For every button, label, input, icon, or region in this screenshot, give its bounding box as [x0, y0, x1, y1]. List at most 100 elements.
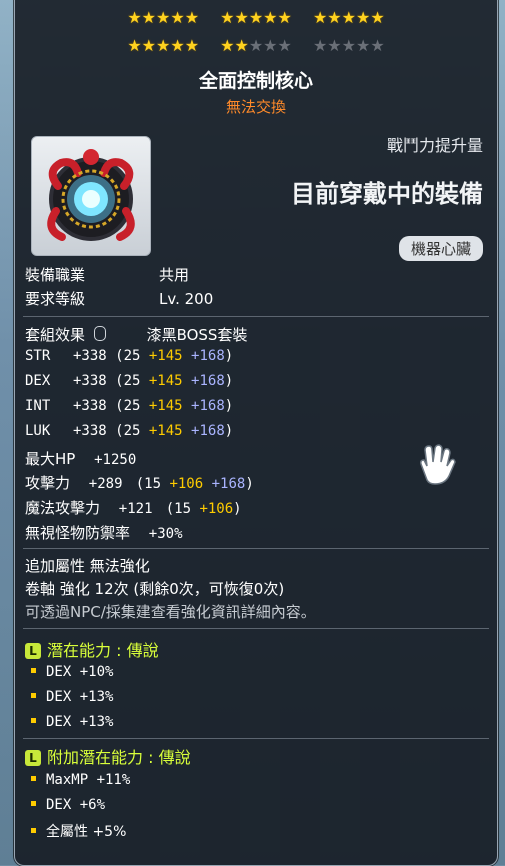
matk-bonus: +106 — [199, 501, 234, 517]
bonus-potential-line: DEX +6% — [31, 797, 105, 813]
stat-row-luk: LUK +338 (25 +145 +168) — [25, 423, 233, 439]
item-tooltip: ★★★★★ ★★★★★ ★★★★★ ★★★★★ ★★★★★ ★★★★★ 全面控制… — [14, 0, 498, 866]
maxhp-label: 最大HP — [25, 450, 76, 468]
scroll-row: 卷軸 強化 12次 (剩餘0次，可恢復0次) — [25, 580, 285, 598]
job-row: 裝備職業 共用 — [25, 264, 189, 285]
hand-cursor-icon — [420, 444, 456, 485]
star-group: ★★★★★ — [313, 36, 385, 55]
bullet-icon — [31, 718, 36, 723]
stat-name: DEX — [25, 373, 51, 389]
ied-row: 無視怪物防禦率 +30% — [25, 522, 183, 543]
potential-title: 潛在能力 : 傳說 — [47, 641, 159, 660]
ied-label: 無視怪物防禦率 — [25, 524, 131, 542]
stat-total: +338 — [73, 398, 107, 414]
atk-row: 攻擊力 +289 (15 +106 +168) — [25, 472, 254, 493]
stat-breakdown: (25 +145 +168) — [106, 373, 234, 389]
atk-total: +289 — [88, 476, 123, 492]
stat-star: +168 — [191, 423, 225, 439]
divider — [23, 316, 489, 317]
matk-label: 魔法攻擊力 — [25, 499, 101, 517]
mechanical-heart-icon — [47, 149, 135, 241]
stat-name: INT — [25, 398, 51, 414]
potential-line: DEX +13% — [31, 714, 113, 730]
bullet-icon — [31, 801, 36, 806]
bullet-icon — [31, 668, 36, 673]
legendary-badge-icon: L — [25, 643, 41, 659]
stat-base: 25 — [123, 348, 141, 364]
star-force-row-1: ★★★★★ ★★★★★ ★★★★★ — [15, 8, 497, 27]
hint-row: 可透過NPC/採集建查看強化資訊詳細內容。 — [25, 603, 316, 621]
stat-row-int: INT +338 (25 +145 +168) — [25, 398, 233, 414]
stat-bonus: +145 — [148, 373, 183, 389]
bullet-icon — [31, 693, 36, 698]
potential-line: DEX +10% — [31, 664, 113, 680]
stat-breakdown: (25 +145 +168) — [106, 423, 234, 439]
divider — [23, 738, 489, 739]
level-label: 要求等級 — [25, 290, 86, 308]
matk-base: 15 — [174, 501, 192, 517]
bonus-potential-line: 全屬性 +5% — [31, 821, 126, 841]
level-value: Lv. 200 — [159, 290, 214, 308]
stat-name: LUK — [25, 423, 51, 439]
star-icon: ★★★★★ — [220, 8, 292, 27]
divider — [23, 628, 489, 629]
stat-star: +168 — [191, 373, 225, 389]
star-icon: ★★★★★ — [127, 36, 200, 55]
atk-bonus: +106 — [169, 476, 204, 492]
maxhp-value: +1250 — [94, 452, 137, 468]
bonus-potential-line: MaxMP +11% — [31, 772, 130, 788]
star-icon: ★★★★★ — [127, 8, 200, 27]
star-force-row-2: ★★★★★ ★★★★★ ★★★★★ — [15, 36, 497, 55]
potential-header: L 潛在能力 : 傳說 — [25, 637, 159, 661]
matk-total: +121 — [118, 501, 153, 517]
stat-total: +338 — [73, 373, 107, 389]
stat-star: +168 — [191, 348, 225, 364]
stat-name: STR — [25, 348, 51, 364]
stat-bonus: +145 — [148, 423, 183, 439]
trade-status: 無法交換 — [225, 98, 286, 116]
equipped-status: 目前穿戴中的裝備 — [291, 180, 483, 208]
level-row: 要求等級 Lv. 200 — [25, 288, 213, 309]
star-icon: ★★ — [220, 36, 249, 55]
stat-total: +338 — [73, 423, 107, 439]
matk-breakdown: (15 +106) — [157, 501, 242, 517]
potential-line: DEX +13% — [31, 689, 113, 705]
slot-badge: 機器心臟 — [398, 236, 483, 261]
stat-base: 25 — [123, 423, 141, 439]
matk-row: 魔法攻擊力 +121 (15 +106) — [25, 497, 242, 518]
star-group: ★★★★★ — [127, 36, 199, 55]
job-value: 共用 — [159, 266, 190, 284]
combat-power-label: 戰鬥力提升量 — [386, 136, 483, 155]
item-name: 全面控制核心 — [198, 70, 313, 92]
stat-bonus: +145 — [148, 348, 183, 364]
addopt-row: 追加屬性 無法強化 — [25, 557, 150, 575]
divider — [23, 548, 489, 549]
stat-base: 25 — [123, 373, 141, 389]
star-icon: ★★★★★ — [312, 8, 385, 27]
atk-star: +168 — [211, 476, 246, 492]
set-row: 套組效果 漆黑BOSS套裝 — [25, 324, 247, 345]
set-value: 漆黑BOSS套裝 — [146, 326, 248, 344]
stat-breakdown: (25 +145 +168) — [106, 398, 234, 414]
atk-breakdown: (15 +106 +168) — [127, 476, 254, 492]
stat-base: 25 — [123, 398, 141, 414]
maxhp-row: 最大HP +1250 — [25, 448, 136, 469]
bonus-potential-title: 附加潛在能力 : 傳說 — [47, 748, 191, 767]
stat-star: +168 — [191, 398, 225, 414]
stat-row-str: STR +338 (25 +145 +168) — [25, 348, 233, 364]
bullet-icon — [31, 776, 36, 781]
atk-base: 15 — [144, 476, 162, 492]
job-label: 裝備職業 — [25, 266, 86, 284]
legendary-badge-icon: L — [25, 750, 41, 766]
star-group: ★★★★★ — [220, 36, 292, 55]
star-empty-icon: ★★★★★ — [312, 36, 385, 55]
stat-row-dex: DEX +338 (25 +145 +168) — [25, 373, 233, 389]
set-label: 套組效果 — [25, 326, 86, 344]
star-group: ★★★★★ — [220, 8, 292, 27]
star-group: ★★★★★ — [127, 8, 199, 27]
item-icon-frame — [31, 136, 151, 256]
bullet-icon — [31, 828, 36, 833]
stat-bonus: +145 — [148, 398, 183, 414]
star-empty-icon: ★★★ — [248, 36, 292, 55]
star-group: ★★★★★ — [313, 8, 385, 27]
